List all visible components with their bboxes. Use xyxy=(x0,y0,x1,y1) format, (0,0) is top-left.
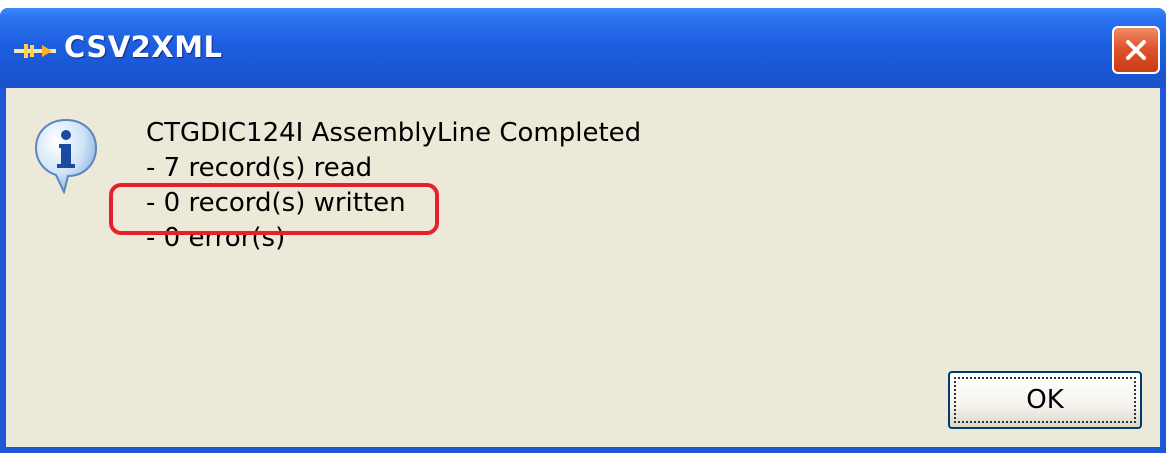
dialog-body: CTGDIC124I AssemblyLine Completed - 7 re… xyxy=(6,88,1160,447)
app-icon xyxy=(14,44,56,58)
message-line-status: CTGDIC124I AssemblyLine Completed xyxy=(146,118,642,148)
info-icon xyxy=(34,118,98,194)
message-line-read: - 7 record(s) read xyxy=(146,153,373,183)
ok-button[interactable]: OK xyxy=(948,371,1142,429)
dialog-window: CSV2XML CTGDIC124I AssemblyLine Complete… xyxy=(0,8,1166,453)
close-icon xyxy=(1126,40,1146,60)
focus-ring xyxy=(954,377,1136,423)
window-title: CSV2XML xyxy=(64,30,223,64)
title-bar[interactable]: CSV2XML xyxy=(0,8,1166,88)
highlight-box xyxy=(109,183,439,235)
close-button[interactable] xyxy=(1112,26,1160,74)
